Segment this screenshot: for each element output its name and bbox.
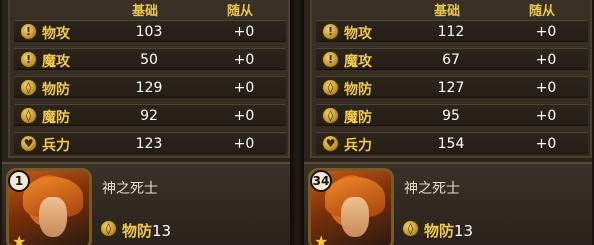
- stat-name: 物攻: [42, 26, 70, 42]
- heart-icon: ♥: [322, 135, 339, 152]
- stat-name: 物防: [344, 82, 372, 98]
- stat-row-phys-atk: ! 物攻 112 +0: [316, 20, 588, 42]
- stats-table: 基础 随从 ! 物攻 103 +0 ǃ 魔攻 50 +0 ◊ 物防 129 +0…: [8, 0, 290, 158]
- magic-icon: ǃ: [20, 51, 37, 68]
- panel-divider: [290, 0, 304, 245]
- hero-card[interactable]: 1 ★ 神之死士 ◊ 物防13: [2, 162, 290, 245]
- stat-name: 兵力: [344, 138, 372, 154]
- shield-icon: ◊: [322, 79, 339, 96]
- hero-card[interactable]: 34 ★ 神之死士 ◊ 物防13: [304, 162, 592, 245]
- shield-icon: ◊: [100, 220, 117, 237]
- header-follow: 随从: [528, 4, 555, 19]
- stat-base-value: 129: [135, 80, 163, 96]
- stat-name: 魔防: [42, 110, 70, 126]
- stat-base-value: 154: [437, 136, 465, 152]
- portrait-face: [39, 197, 67, 237]
- header-base: 基础: [131, 4, 158, 19]
- stat-row-phys-def: ◊ 物防 127 +0: [316, 76, 588, 98]
- hero-stat-text: 物防13: [424, 220, 473, 241]
- hero-stat-text: 物防13: [122, 220, 171, 241]
- header-base: 基础: [433, 4, 460, 19]
- stat-base-value: 103: [135, 24, 163, 40]
- star-icon: ★: [12, 232, 27, 245]
- stats-header: 基础 随从: [312, 0, 590, 19]
- hero-stat-value: 13: [152, 222, 172, 240]
- stat-name: 物攻: [344, 26, 372, 42]
- stat-follow-value: +0: [535, 80, 557, 96]
- stat-row-mag-def: ◊ 魔防 95 +0: [316, 104, 588, 126]
- stat-name: 魔防: [344, 110, 372, 126]
- magic-shield-icon: ◊: [322, 107, 339, 124]
- portrait-face: [341, 197, 369, 237]
- sword-icon: !: [322, 23, 339, 40]
- stat-row-phys-atk: ! 物攻 103 +0: [14, 20, 286, 42]
- stat-row-troops: ♥ 兵力 154 +0: [316, 132, 588, 154]
- stat-follow-value: +0: [233, 136, 255, 152]
- stat-base-value: 112: [437, 24, 465, 40]
- stat-name: 物防: [42, 82, 70, 98]
- heart-icon: ♥: [20, 135, 37, 152]
- stat-follow-value: +0: [535, 52, 557, 68]
- hero-stat-value: 13: [454, 222, 474, 240]
- stat-follow-value: +0: [233, 80, 255, 96]
- stat-name: 兵力: [42, 138, 70, 154]
- stat-follow-value: +0: [535, 136, 557, 152]
- stat-row-troops: ♥ 兵力 123 +0: [14, 132, 286, 154]
- shield-icon: ◊: [402, 220, 419, 237]
- stat-base-value: 50: [140, 52, 158, 68]
- stat-row-mag-atk: ǃ 魔攻 50 +0: [14, 48, 286, 70]
- magic-shield-icon: ◊: [20, 107, 37, 124]
- magic-icon: ǃ: [322, 51, 339, 68]
- header-follow: 随从: [226, 4, 253, 19]
- stat-row-mag-atk: ǃ 魔攻 67 +0: [316, 48, 588, 70]
- right-hero-panel: 基础 随从 ! 物攻 112 +0 ǃ 魔攻 67 +0 ◊ 物防 127 +0…: [304, 0, 592, 245]
- stat-base-value: 123: [135, 136, 163, 152]
- star-icon: ★: [314, 232, 329, 245]
- hero-stat-name: 物防: [424, 222, 455, 240]
- left-hero-panel: 基础 随从 ! 物攻 103 +0 ǃ 魔攻 50 +0 ◊ 物防 129 +0…: [2, 0, 290, 245]
- stat-base-value: 95: [442, 108, 460, 124]
- shield-icon: ◊: [20, 79, 37, 96]
- stat-row-phys-def: ◊ 物防 129 +0: [14, 76, 286, 98]
- hero-stat-name: 物防: [122, 222, 153, 240]
- hero-name: 神之死士: [102, 181, 158, 197]
- level-badge: 34: [310, 170, 332, 192]
- stats-header: 基础 随从: [10, 0, 288, 19]
- hero-name: 神之死士: [404, 181, 460, 197]
- stat-base-value: 127: [437, 80, 465, 96]
- stats-table: 基础 随从 ! 物攻 112 +0 ǃ 魔攻 67 +0 ◊ 物防 127 +0…: [310, 0, 592, 158]
- stat-name: 魔攻: [42, 54, 70, 70]
- level-badge: 1: [8, 170, 30, 192]
- stat-row-mag-def: ◊ 魔防 92 +0: [14, 104, 286, 126]
- stat-follow-value: +0: [535, 108, 557, 124]
- stat-follow-value: +0: [233, 108, 255, 124]
- stat-base-value: 92: [140, 108, 158, 124]
- stat-name: 魔攻: [344, 54, 372, 70]
- stat-follow-value: +0: [233, 24, 255, 40]
- sword-icon: !: [20, 23, 37, 40]
- stat-follow-value: +0: [233, 52, 255, 68]
- stat-base-value: 67: [442, 52, 460, 68]
- stat-follow-value: +0: [535, 24, 557, 40]
